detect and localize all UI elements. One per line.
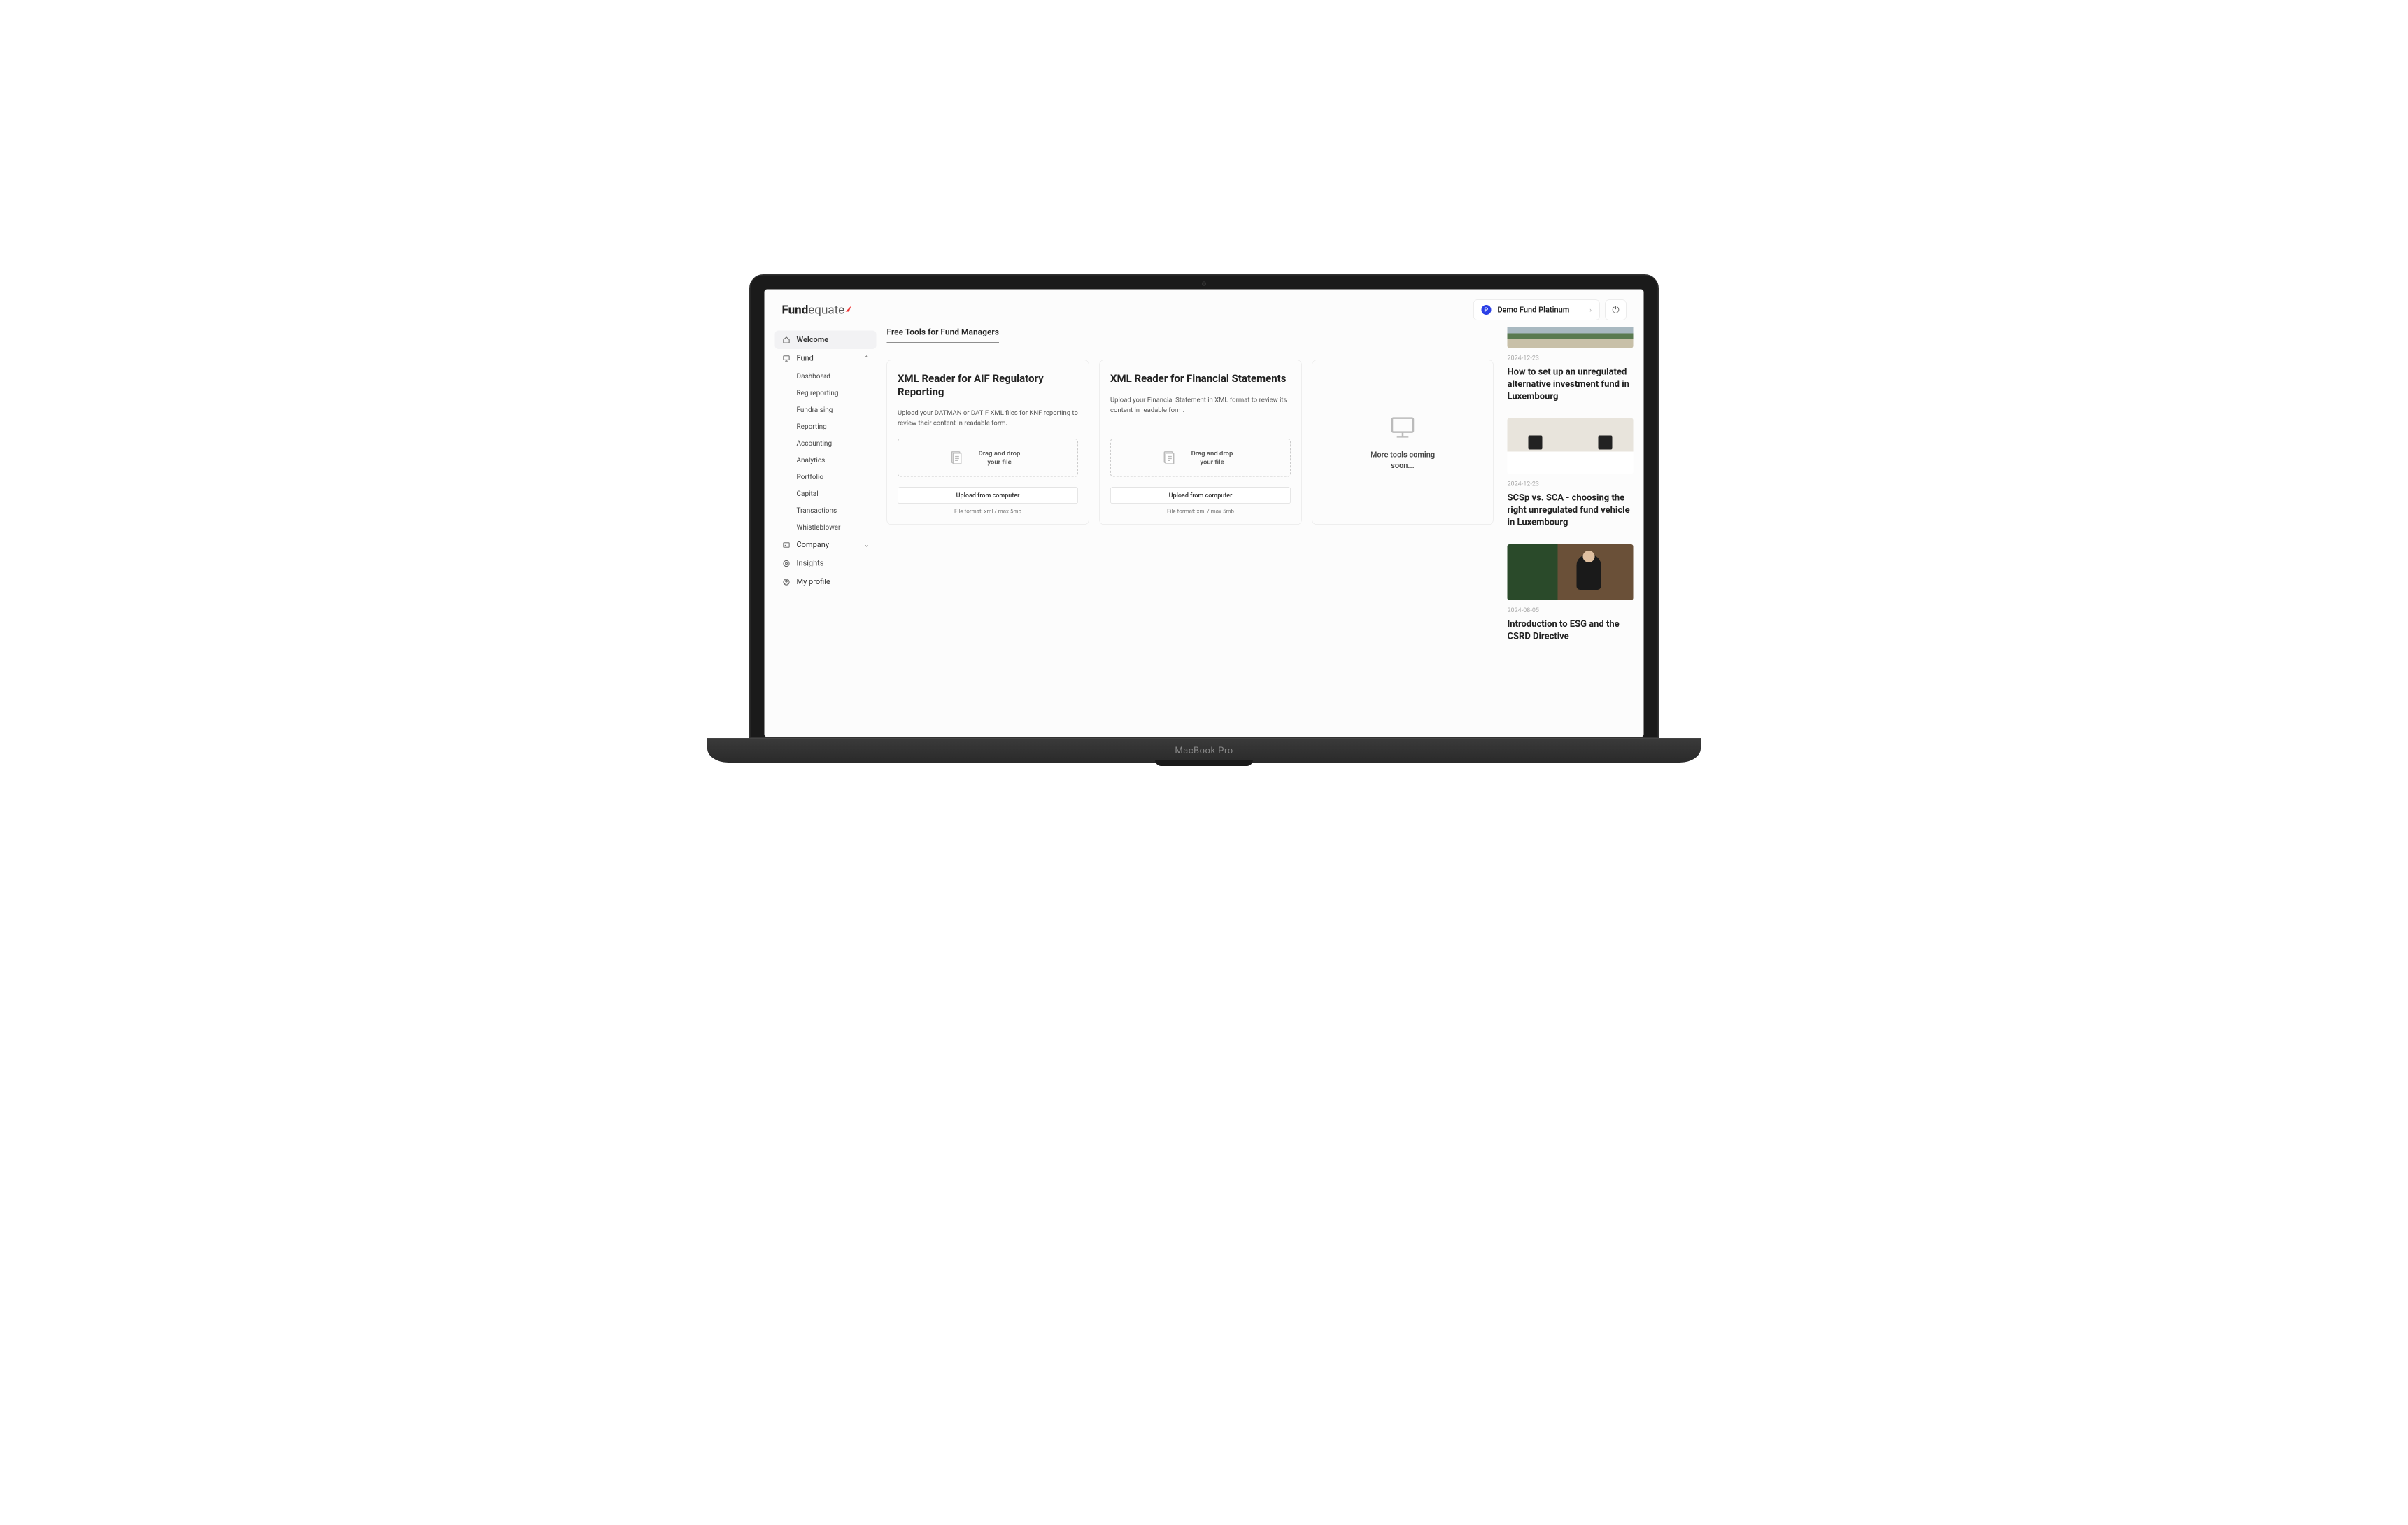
- sidebar-item-label: Insights: [797, 559, 824, 568]
- article-title: How to set up an unregulated alternative…: [1508, 366, 1634, 403]
- tools-row: XML Reader for AIF Regulatory Reporting …: [887, 360, 1494, 525]
- insights-icon: [782, 560, 791, 567]
- article-card[interactable]: 2024-08-05 Introduction to ESG and the C…: [1508, 544, 1634, 643]
- dropzone[interactable]: Drag and drop your file: [1110, 439, 1291, 477]
- sidebar-subitem-dashboard[interactable]: Dashboard: [775, 368, 877, 385]
- sidebar-subitem-reporting[interactable]: Reporting: [775, 418, 877, 435]
- monitor-large-icon: [1387, 413, 1419, 441]
- tool-title: XML Reader for AIF Regulatory Reporting: [898, 372, 1078, 399]
- company-icon: [782, 541, 791, 548]
- tool-card-aif-xml-reader: XML Reader for AIF Regulatory Reporting …: [887, 360, 1089, 525]
- device-label: MacBook Pro: [1175, 746, 1233, 756]
- coming-soon-card: More tools coming soon...: [1312, 360, 1494, 525]
- sidebar-subitem-portfolio[interactable]: Portfolio: [775, 469, 877, 485]
- sidebar-item-company[interactable]: Company ⌄: [775, 536, 877, 555]
- upload-button[interactable]: Upload from computer: [1110, 488, 1291, 504]
- sidebar-subitem-capital[interactable]: Capital: [775, 485, 877, 502]
- app-screen: Fundequate P Demo Fund Platinum › ⏻: [765, 290, 1644, 737]
- file-format-hint: File format: xml / max 5mb: [1110, 508, 1291, 515]
- article-thumbnail: [1508, 418, 1634, 474]
- dropzone-text: Drag and drop your file: [972, 449, 1028, 467]
- sidebar-subitem-fundraising[interactable]: Fundraising: [775, 402, 877, 418]
- dropzone[interactable]: Drag and drop your file: [898, 439, 1078, 477]
- brand-part2: equate: [808, 303, 844, 317]
- article-card[interactable]: 2024-12-23 How to set up an unregulated …: [1508, 327, 1634, 403]
- sidebar-item-fund[interactable]: Fund ⌃: [775, 349, 877, 368]
- upload-button[interactable]: Upload from computer: [898, 488, 1078, 504]
- tool-desc: Upload your Financial Statement in XML f…: [1110, 395, 1291, 415]
- brand-accent-icon: [846, 306, 851, 312]
- sidebar-subitem-whistleblower[interactable]: Whistleblower: [775, 519, 877, 536]
- sidebar-subitem-reg-reporting[interactable]: Reg reporting: [775, 385, 877, 402]
- section-title: Free Tools for Fund Managers: [887, 327, 999, 344]
- file-icon: [949, 450, 965, 466]
- tool-card-fs-xml-reader: XML Reader for Financial Statements Uplo…: [1100, 360, 1302, 525]
- sidebar: Welcome Fund ⌃ Dashboard Reg reporting F…: [775, 327, 877, 737]
- chevron-up-icon: ⌃: [864, 355, 870, 362]
- logout-button[interactable]: ⏻: [1606, 300, 1627, 320]
- sidebar-item-insights[interactable]: Insights: [775, 554, 877, 573]
- device-camera: [1202, 282, 1206, 286]
- sidebar-item-label: Company: [797, 541, 830, 550]
- article-thumbnail: [1508, 327, 1634, 348]
- file-icon: [1161, 450, 1177, 466]
- dropzone-text: Drag and drop your file: [1184, 449, 1240, 467]
- article-title: Introduction to ESG and the CSRD Directi…: [1508, 618, 1634, 642]
- topbar-right: P Demo Fund Platinum › ⏻: [1473, 300, 1627, 320]
- article-date: 2024-08-05: [1508, 607, 1634, 614]
- articles-column: 2024-12-23 How to set up an unregulated …: [1508, 327, 1634, 737]
- tool-title: XML Reader for Financial Statements: [1110, 372, 1291, 385]
- brand-logo: Fundequate: [782, 303, 850, 317]
- home-icon: [782, 336, 791, 343]
- article-title: SCSp vs. SCA - choosing the right unregu…: [1508, 492, 1634, 529]
- sidebar-item-label: My profile: [797, 578, 830, 587]
- fund-selector-label: Demo Fund Platinum: [1497, 306, 1569, 315]
- sidebar-item-welcome[interactable]: Welcome: [775, 331, 877, 350]
- fund-selector[interactable]: P Demo Fund Platinum ›: [1473, 300, 1600, 320]
- chevron-down-icon: ⌄: [864, 541, 870, 549]
- tool-desc: Upload your DATMAN or DATIF XML files fo…: [898, 408, 1078, 428]
- sidebar-subitem-accounting[interactable]: Accounting: [775, 435, 877, 452]
- article-thumbnail: [1508, 544, 1634, 600]
- sidebar-item-label: Welcome: [797, 336, 829, 345]
- article-date: 2024-12-23: [1508, 355, 1634, 362]
- fund-badge-icon: P: [1481, 305, 1491, 315]
- power-icon: ⏻: [1612, 304, 1619, 315]
- sidebar-subitem-transactions[interactable]: Transactions: [775, 502, 877, 519]
- topbar: Fundequate P Demo Fund Platinum › ⏻: [765, 290, 1644, 327]
- main-content: Free Tools for Fund Managers XML Reader …: [887, 327, 1634, 737]
- sidebar-item-my-profile[interactable]: My profile: [775, 573, 877, 592]
- device-base: MacBook Pro: [707, 738, 1701, 762]
- coming-soon-text: More tools coming soon...: [1368, 450, 1438, 471]
- chevron-right-icon: ›: [1589, 306, 1592, 314]
- file-format-hint: File format: xml / max 5mb: [898, 508, 1078, 515]
- article-date: 2024-12-23: [1508, 481, 1634, 488]
- profile-icon: [782, 578, 791, 586]
- sidebar-item-label: Fund: [797, 354, 814, 363]
- brand-part1: Fund: [782, 303, 809, 317]
- monitor-icon: [782, 355, 791, 362]
- sidebar-subitem-analytics[interactable]: Analytics: [775, 452, 877, 469]
- article-card[interactable]: 2024-12-23 SCSp vs. SCA - choosing the r…: [1508, 418, 1634, 529]
